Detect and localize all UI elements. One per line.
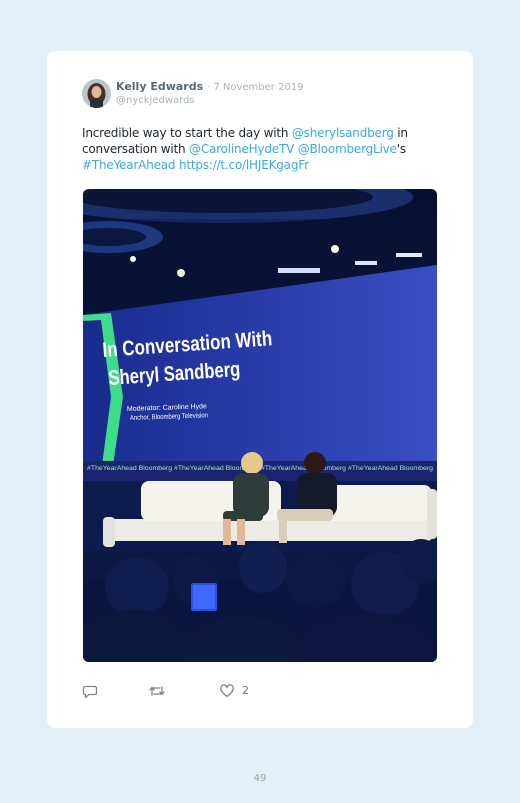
text-part: Incredible way to start the day with <box>82 126 292 140</box>
reply-icon[interactable] <box>82 683 98 699</box>
tweet-date[interactable]: 7 November 2019 <box>213 82 303 93</box>
author-name[interactable]: Kelly Edwards <box>116 80 203 93</box>
tweet-photo[interactable]: In Conversation With Sheryl Sandberg Mod… <box>83 189 437 662</box>
avatar[interactable] <box>82 79 111 108</box>
mention-link[interactable]: @sherylsandberg <box>292 126 394 140</box>
separator: · <box>206 82 210 93</box>
hashtag-link[interactable]: #TheYearAhead <box>82 158 176 172</box>
author-line: Kelly Edwards · 7 November 2019 <box>116 80 304 93</box>
tweet-text: Incredible way to start the day with @sh… <box>82 125 437 173</box>
retweet-icon[interactable] <box>148 683 166 699</box>
mention-link[interactable]: @BloombergLive <box>298 142 397 156</box>
like-count: 2 <box>242 684 249 697</box>
url-link[interactable]: https://t.co/lHJEKgagFr <box>179 158 309 172</box>
tweet-actions: 2 <box>82 683 282 699</box>
text-part: 's <box>396 142 406 156</box>
page-number: 49 <box>253 773 267 784</box>
tweet-card: Kelly Edwards · 7 November 2019 @nyckjed… <box>47 51 473 728</box>
mention-link[interactable]: @CarolineHydeTV <box>189 142 294 156</box>
author-handle[interactable]: @nyckjedwards <box>116 95 195 106</box>
heart-icon[interactable] <box>219 683 235 699</box>
